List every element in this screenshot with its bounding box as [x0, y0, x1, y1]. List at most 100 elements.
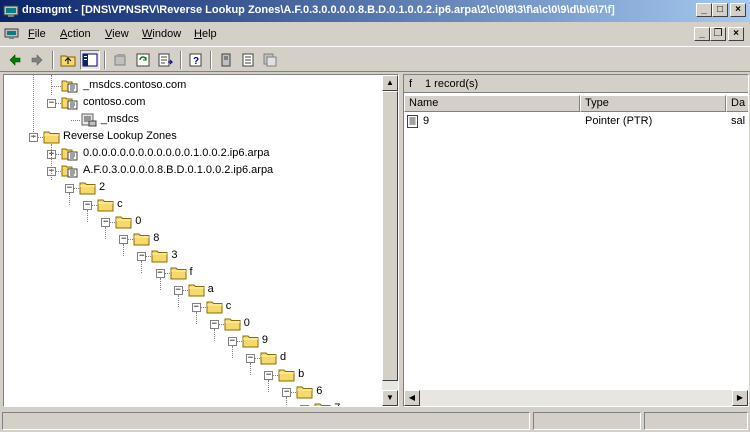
menu-help-rest: elp — [201, 28, 217, 40]
tree-node[interactable]: −9 — [4, 333, 382, 349]
title-bar[interactable]: dnsmgmt - [DNS\VPNSRV\Reverse Lookup Zon… — [0, 0, 750, 22]
menu-help-accel: H — [194, 28, 202, 40]
new-record-icon[interactable] — [238, 50, 258, 70]
up-one-level-icon[interactable] — [58, 50, 78, 70]
collapse-icon[interactable]: − — [209, 320, 219, 329]
tree-connector-line — [195, 312, 197, 324]
console-tree[interactable]: _msdcs.contoso.com − contoso.com _msdcs − Rev… — [3, 74, 399, 407]
menu-window[interactable]: Window — [142, 28, 181, 40]
tree-node-label: contoso.com — [83, 96, 146, 108]
column-header-name[interactable]: Name — [404, 95, 580, 112]
show-hide-console-tree-icon[interactable] — [80, 50, 100, 70]
copy-icon[interactable] — [260, 50, 280, 70]
tree-node[interactable]: − b — [4, 367, 382, 383]
tree-node-label: Reverse Lookup Zones — [63, 130, 177, 142]
collapse-icon[interactable]: − — [65, 184, 74, 193]
folder-icon — [206, 300, 223, 314]
menu-view[interactable]: View — [105, 28, 129, 40]
help-icon[interactable]: ? — [186, 50, 206, 70]
tree-node[interactable]: − A.F.0.3.0.0.0.0.8.B.D.0.1.0.0.2.ip6.arp… — [4, 163, 382, 179]
collapse-icon[interactable]: − — [246, 354, 255, 363]
properties-icon[interactable] — [133, 50, 153, 70]
tree-node[interactable]: − f — [4, 265, 382, 281]
column-header-type[interactable]: Type — [580, 95, 726, 112]
tree-node[interactable]: −7 — [4, 401, 382, 406]
scroll-down-button[interactable]: ▼ — [382, 390, 398, 406]
scroll-right-button[interactable]: ▶ — [732, 390, 748, 406]
tree-node[interactable]: −2 — [4, 180, 382, 196]
tree-node-label: c — [117, 198, 123, 210]
collapse-icon[interactable]: − — [227, 337, 237, 346]
collapse-icon[interactable]: − — [264, 371, 274, 380]
collapse-icon[interactable]: − — [282, 388, 292, 397]
details-pane[interactable]: f 1 record(s) Name Type Da 9 Pointer (PT… — [403, 74, 749, 407]
folder-icon — [170, 266, 186, 280]
tree-node[interactable]: − c — [4, 299, 382, 315]
column-header-data[interactable]: Da — [726, 95, 748, 112]
mdi-close-button[interactable]: × — [728, 27, 744, 41]
tree-node[interactable]: − d — [4, 350, 382, 366]
scroll-up-button[interactable]: ▲ — [382, 75, 398, 91]
menu-file[interactable]: File — [28, 28, 46, 40]
tree-connector-line — [87, 210, 89, 222]
tree-connector-line — [69, 193, 70, 205]
menu-action[interactable]: Action — [60, 28, 91, 40]
tree-node[interactable]: _msdcs — [4, 112, 382, 128]
tree-node[interactable]: −0 — [4, 214, 382, 230]
scroll-left-button[interactable]: ◀ — [404, 390, 420, 406]
minimize-button[interactable]: _ — [696, 3, 712, 17]
tree-node-label: f — [189, 266, 193, 278]
collapse-icon[interactable]: − — [119, 235, 129, 244]
table-row[interactable]: 9 Pointer (PTR) sal — [404, 113, 748, 129]
toolbar-separator — [210, 51, 212, 69]
tree-node[interactable]: +0.0.0.0.0.0.0.0.0.0.0.0.1.0.0.2.ip6.arp… — [4, 146, 382, 162]
tree-connector-line — [123, 244, 125, 256]
folder-icon — [242, 334, 259, 348]
collapse-icon[interactable]: − — [137, 252, 147, 261]
back-arrow-icon[interactable] — [5, 50, 25, 70]
collapse-icon[interactable]: − — [191, 303, 201, 312]
mdi-restore-button[interactable]: ❐ — [710, 27, 726, 41]
tree-content: _msdcs.contoso.com − contoso.com _msdcs − Rev… — [4, 75, 382, 406]
tree-node[interactable]: −0 — [4, 316, 382, 332]
folder-icon — [260, 351, 277, 365]
collapse-icon[interactable]: − — [300, 405, 310, 406]
tree-node[interactable]: − c — [4, 197, 382, 213]
collapse-icon[interactable]: − — [155, 269, 165, 278]
tree-node[interactable]: −6 — [4, 384, 382, 400]
mdi-minimize-button[interactable]: _ — [694, 27, 710, 41]
toolbar-separator — [180, 51, 182, 69]
delete-icon[interactable] — [110, 50, 130, 70]
details-node-name: f — [409, 78, 413, 90]
maximize-button[interactable]: □ — [712, 3, 728, 17]
tree-connector-line — [286, 397, 288, 406]
details-horizontal-scrollbar[interactable]: ◀ ▶ — [404, 390, 748, 406]
tree-node[interactable]: _msdcs.contoso.com — [4, 78, 382, 94]
menu-window-accel: W — [142, 28, 153, 40]
collapse-icon[interactable]: − — [83, 201, 93, 210]
collapse-icon[interactable]: − — [47, 99, 56, 108]
tree-node[interactable]: − Reverse Lookup Zones — [4, 129, 382, 145]
collapse-icon[interactable]: − — [173, 286, 183, 295]
tree-connector-line — [51, 75, 52, 95]
console-menu-icon[interactable] — [4, 27, 20, 44]
folder-icon — [97, 198, 114, 212]
scroll-thumb[interactable] — [382, 91, 398, 381]
tree-connector-line — [52, 86, 61, 87]
collapse-icon[interactable]: − — [101, 218, 111, 227]
tree-node-label: 0.0.0.0.0.0.0.0.0.0.0.0.1.0.0.2.ip6.arpa — [83, 147, 270, 159]
forward-arrow-icon[interactable] — [27, 50, 47, 70]
tree-connector-line — [51, 144, 52, 180]
tree-node[interactable]: −8 — [4, 231, 382, 247]
tree-node[interactable]: − contoso.com — [4, 95, 382, 111]
close-button[interactable]: × — [730, 3, 746, 17]
menu-help[interactable]: Help — [194, 28, 217, 40]
tree-node-label: 0 — [135, 215, 142, 227]
tree-node[interactable]: −3 — [4, 248, 382, 264]
tree-node-label: 9 — [261, 334, 269, 346]
tree-vertical-scrollbar[interactable]: ▲ ▼ — [382, 75, 398, 406]
tree-node[interactable]: − a — [4, 282, 382, 298]
server-icon[interactable] — [216, 50, 236, 70]
folder-icon — [79, 181, 96, 195]
refresh-icon[interactable] — [155, 50, 175, 70]
